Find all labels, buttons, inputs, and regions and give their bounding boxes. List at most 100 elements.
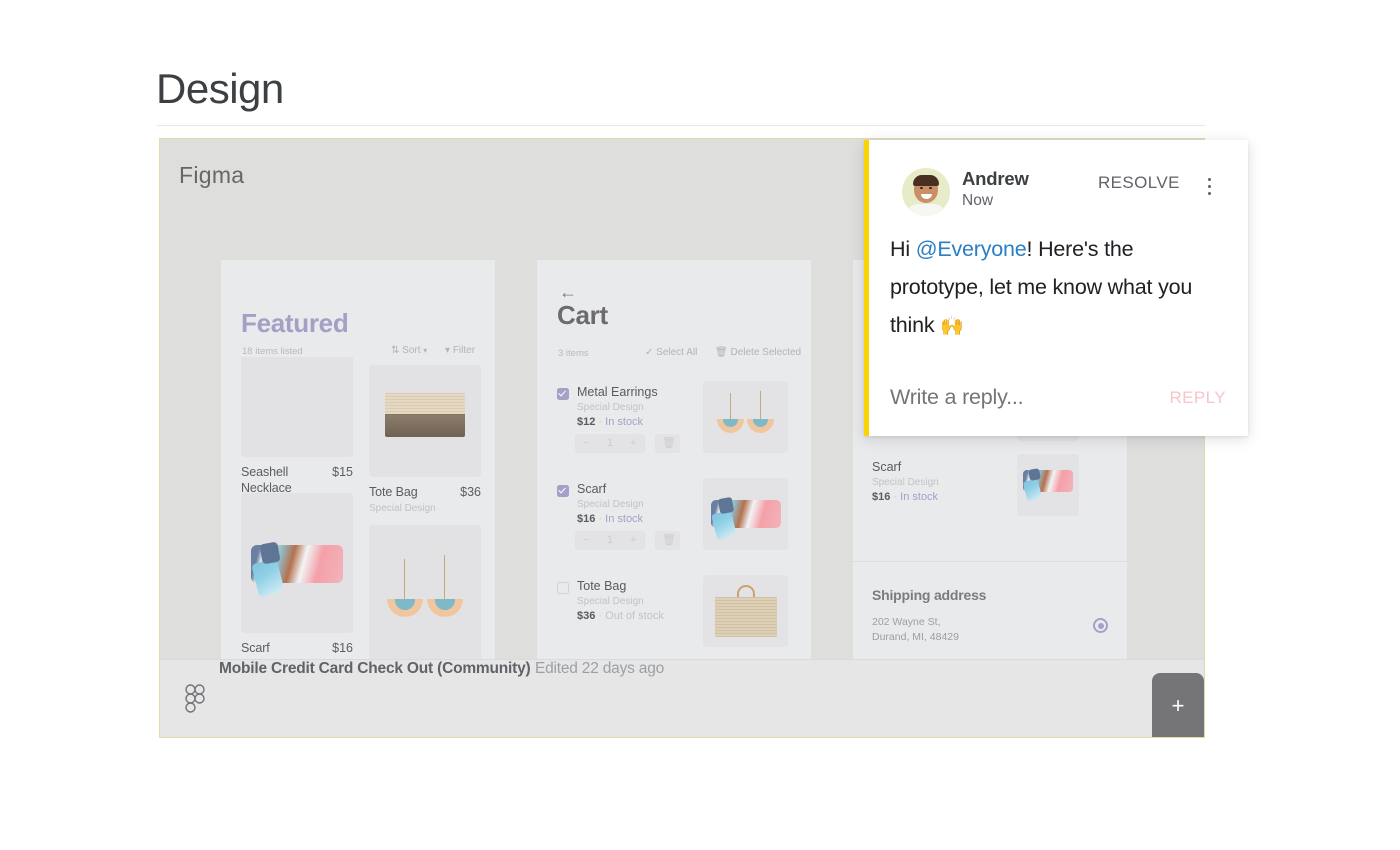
cart-item-name: Scarf	[577, 482, 607, 496]
quantity-value: 1	[607, 437, 614, 449]
cart-item-status: In stock	[605, 416, 644, 428]
trash-icon: 🗑	[662, 534, 676, 546]
product-image-tote-bag	[369, 365, 481, 477]
product-image-metal-earrings	[369, 525, 481, 675]
cart-item-price: $12	[577, 416, 596, 428]
cart-item-checkbox[interactable]	[557, 582, 569, 594]
cart-item-price: $16	[577, 513, 596, 525]
embed-app-label: Figma	[179, 162, 245, 188]
decrement-button[interactable]: −	[583, 437, 589, 449]
filter-icon: ▾	[445, 345, 451, 356]
cart-item-name: Tote Bag	[577, 579, 627, 593]
cart-item-meta: $16 · In stock	[577, 513, 643, 525]
summary-item-price: $16	[872, 491, 891, 503]
product-price: $36	[460, 485, 481, 499]
figma-file-bar: Mobile Credit Card Check Out (Community)…	[160, 659, 1204, 737]
featured-title: Featured	[241, 308, 349, 338]
comment-body-prefix: Hi	[890, 237, 916, 261]
title-divider	[157, 125, 1205, 126]
cart-item-subtitle: Special Design	[577, 499, 644, 510]
comment-mention[interactable]: @Everyone	[916, 237, 1027, 261]
summary-item-subtitle: Special Design	[872, 477, 939, 488]
address-line-1: 202 Wayne St,	[872, 616, 941, 628]
comment-reply-row[interactable]: REPLY	[890, 385, 1226, 419]
increment-button[interactable]: +	[630, 534, 636, 546]
cart-title: Cart	[557, 300, 608, 330]
decrement-button[interactable]: −	[583, 534, 589, 546]
cart-delete-selected-button[interactable]: 🗑 Delete Selected	[715, 347, 801, 358]
check-icon: ✓	[645, 347, 654, 358]
zoom-in-button[interactable]: +	[1152, 695, 1204, 717]
featured-header: Featured 18 items listed ⇅ Sort ▾ ▾ Filt…	[221, 260, 495, 357]
cart-item-checkbox[interactable]	[557, 388, 569, 400]
featured-filter-button[interactable]: ▾ Filter	[445, 345, 475, 356]
cart-item-thumbnail-tote-bag	[703, 575, 788, 647]
meta-separator: ·	[598, 416, 603, 428]
shipping-address-value: 202 Wayne St, Durand, MI, 48429	[872, 615, 959, 645]
comment-author-name: Andrew	[962, 168, 1029, 189]
file-edited-timestamp: Edited 22 days ago	[534, 660, 665, 677]
address-line-2: Durand, MI, 48429	[872, 631, 959, 644]
comment-body: Hi @Everyone! Here's the prototype, let …	[890, 230, 1226, 346]
shipping-address-radio[interactable]	[1093, 618, 1108, 633]
product-name: Seashell Necklace	[241, 465, 292, 495]
cart-item-status: Out of stock	[605, 610, 664, 622]
cart-item-delete-button[interactable]: 🗑	[655, 531, 680, 550]
meta-separator: ·	[893, 491, 898, 503]
featured-item-count: 18 items listed	[242, 346, 303, 357]
cart-item-price: $36	[577, 610, 596, 622]
summary-thumbnail-scarf	[1017, 454, 1079, 516]
reply-input[interactable]	[890, 385, 1120, 410]
cart-item-thumbnail-metal-earrings	[703, 381, 788, 453]
delete-selected-label: Delete Selected	[730, 347, 802, 358]
reply-button[interactable]: REPLY	[1170, 388, 1227, 408]
product-card-tote-bag[interactable]: $36 Tote Bag Special Design	[369, 365, 481, 514]
select-all-label: Select All	[656, 347, 698, 358]
summary-item-meta: $16 · In stock	[872, 491, 938, 503]
product-price: $16	[332, 641, 353, 655]
figma-logo-icon	[185, 684, 207, 720]
comment-timestamp: Now	[962, 192, 994, 209]
meta-separator: ·	[598, 513, 603, 525]
comment-accent-bar	[864, 140, 869, 436]
canvas-zoom-controls[interactable]: + −	[1152, 673, 1204, 737]
trash-icon: 🗑	[662, 437, 676, 449]
filter-label: Filter	[452, 345, 476, 356]
more-options-icon[interactable]	[1202, 178, 1218, 196]
product-subtitle: Special Design	[369, 502, 436, 514]
featured-sort-button[interactable]: ⇅ Sort ▾	[391, 345, 427, 356]
quantity-value: 1	[607, 534, 614, 546]
file-name[interactable]: Mobile Credit Card Check Out (Community)	[219, 660, 531, 677]
summary-item-name: Scarf	[872, 460, 902, 474]
cart-quantity-stepper[interactable]: − 1 +	[575, 434, 645, 453]
product-price: $15	[332, 465, 353, 479]
cart-item-meta: $12 · In stock	[577, 416, 643, 428]
product-card-scarf[interactable]: $16 Scarf Special Design	[241, 493, 353, 670]
increment-button[interactable]: +	[630, 437, 636, 449]
cart-item-delete-button[interactable]: 🗑	[655, 434, 680, 453]
cart-quantity-stepper[interactable]: − 1 +	[575, 531, 645, 550]
cart-item-meta: $36 · Out of stock	[577, 610, 664, 622]
file-meta: Mobile Credit Card Check Out (Community)…	[219, 660, 664, 678]
trash-icon: 🗑	[715, 347, 728, 358]
chevron-down-icon: ▾	[423, 346, 428, 355]
resolve-button[interactable]: RESOLVE	[1098, 173, 1180, 193]
product-image-seashell-necklace	[241, 345, 353, 457]
page-title: Design	[156, 65, 284, 112]
product-image-scarf	[241, 493, 353, 633]
product-card-seashell-necklace[interactable]: $15 Seashell Necklace Special Design	[241, 345, 353, 509]
cart-item-status: In stock	[605, 513, 644, 525]
shipping-address-heading: Shipping address	[872, 587, 987, 603]
raised-hands-emoji: 🙌	[940, 316, 964, 337]
cart-select-all-button[interactable]: ✓ Select All	[645, 347, 697, 358]
cart-item-subtitle: Special Design	[577, 596, 644, 607]
shipping-divider	[853, 561, 1127, 562]
cart-item-count: 3 items	[558, 348, 589, 359]
cart-item-checkbox[interactable]	[557, 485, 569, 497]
cart-item-subtitle: Special Design	[577, 402, 644, 413]
cart-item-name: Metal Earrings	[577, 385, 658, 399]
avatar	[902, 168, 950, 216]
sort-icon: ⇅	[391, 345, 400, 356]
comment-card[interactable]: Andrew Now RESOLVE Hi @Everyone! Here's …	[864, 140, 1248, 436]
cart-item-thumbnail-scarf	[703, 478, 788, 550]
